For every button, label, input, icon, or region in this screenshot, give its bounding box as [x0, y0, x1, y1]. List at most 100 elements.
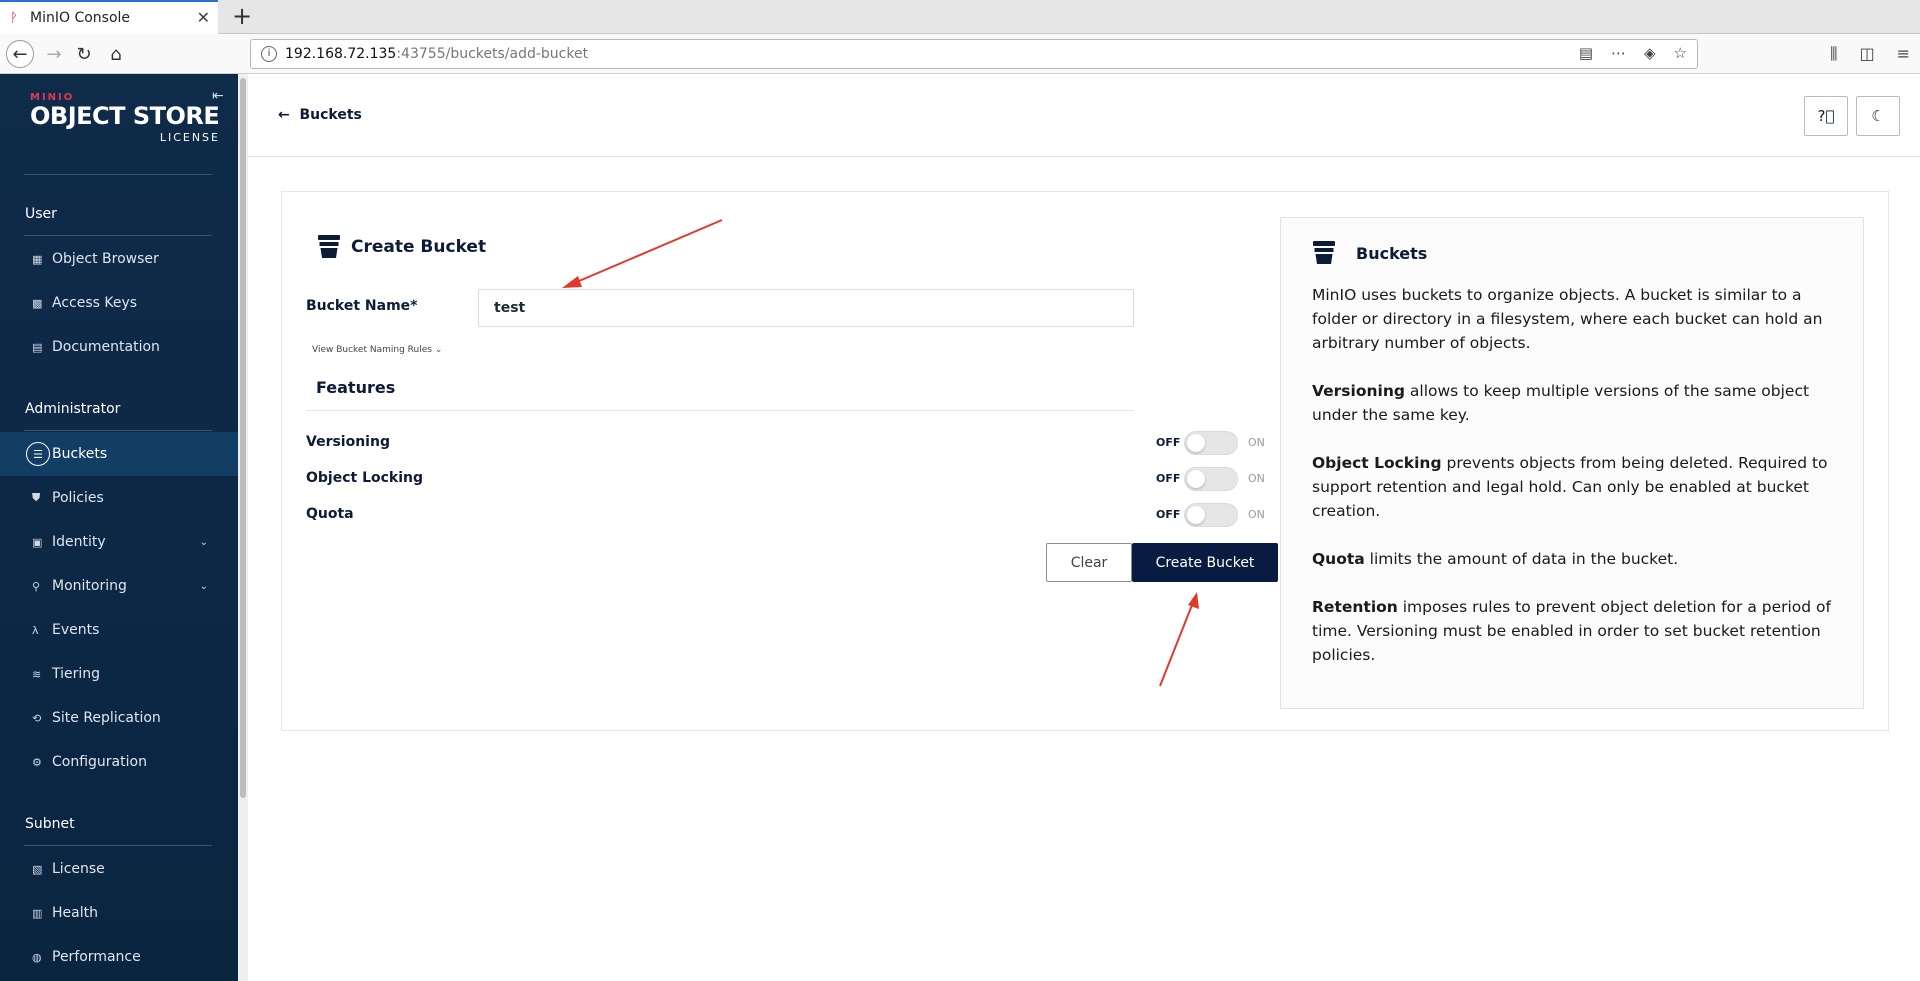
search-icon: ⚲: [32, 579, 41, 593]
create-bucket-panel: Create Bucket Bucket Name* test View Buc…: [281, 191, 1889, 731]
main-content: ← Buckets ?⃝ ☾ Create Bucket Bucket Name…: [248, 74, 1920, 981]
collapse-sidebar-icon[interactable]: ⇤: [212, 88, 224, 104]
object-locking-toggle[interactable]: [1184, 467, 1238, 491]
id-icon: ▣: [32, 535, 43, 549]
page-actions-icon[interactable]: ⋯: [1611, 44, 1626, 62]
quota-toggle[interactable]: [1184, 503, 1238, 527]
bucket-icon: ☰: [26, 442, 50, 466]
reload-icon[interactable]: ↻: [70, 40, 98, 68]
form-title: Create Bucket: [317, 234, 486, 260]
sidebar-item-site-replication[interactable]: ⟲ Site Replication: [0, 696, 238, 740]
clear-button[interactable]: Clear: [1046, 543, 1132, 582]
divider: [306, 410, 1134, 411]
divider: [24, 845, 212, 846]
sidebar-scrollbar[interactable]: [238, 74, 248, 981]
url-host: 192.168.72.135: [285, 46, 397, 62]
section-administrator: Administrator: [25, 401, 121, 417]
sidebar-item-identity[interactable]: ▣ Identity ⌄: [0, 520, 238, 564]
view-naming-rules-link[interactable]: View Bucket Naming Rules ⌄: [312, 345, 442, 355]
chevron-down-icon: ⌄: [199, 580, 208, 592]
sidebar-item-license[interactable]: ▧ License: [0, 847, 238, 891]
toggle-knob: [1187, 506, 1205, 524]
new-tab-icon[interactable]: +: [232, 2, 252, 30]
layers-icon: ≋: [32, 667, 42, 681]
sidebar-item-object-browser[interactable]: ▦ Object Browser: [0, 237, 238, 281]
help-button[interactable]: ?⃝: [1804, 96, 1848, 136]
question-icon: ?⃝: [1817, 107, 1835, 125]
feature-object-locking: Object Locking OFF ON: [306, 467, 1265, 491]
sidebar-item-documentation[interactable]: ▤ Documentation: [0, 325, 238, 369]
sidebar-item-monitoring[interactable]: ⚲ Monitoring ⌄: [0, 564, 238, 608]
sidebar-item-buckets[interactable]: ☰ Buckets: [0, 432, 238, 476]
scroll-thumb[interactable]: [240, 78, 246, 798]
help-box: Buckets MinIO uses buckets to organize o…: [1280, 217, 1864, 709]
lambda-icon: λ: [32, 623, 39, 637]
browser-toolbar: ← → ↻ ⌂ i 192.168.72.135:43755/buckets/a…: [0, 34, 1920, 74]
toggle-knob: [1187, 434, 1205, 452]
section-subnet: Subnet: [25, 816, 75, 832]
help-quota: Quota limits the amount of data in the b…: [1312, 550, 1679, 568]
sidebar-item-events[interactable]: λ Events: [0, 608, 238, 652]
gauge-icon: ◍: [32, 950, 42, 964]
sidebar-item-health[interactable]: ▥ Health: [0, 891, 238, 935]
help-object-locking: Object Locking prevents objects from bei…: [1312, 454, 1828, 520]
health-icon: ▥: [32, 906, 43, 920]
key-icon: ▩: [32, 296, 43, 310]
site-info-icon[interactable]: i: [261, 46, 277, 62]
object-browser-icon: ▦: [32, 252, 43, 266]
menu-icon[interactable]: ≡: [1897, 44, 1910, 64]
chevron-down-icon: ⌄: [199, 536, 208, 548]
divider: [24, 235, 212, 236]
help-intro: MinIO uses buckets to organize objects. …: [1312, 286, 1823, 352]
reader-view-icon[interactable]: ▤: [1579, 44, 1593, 62]
help-text: MinIO uses buckets to organize objects. …: [1312, 283, 1842, 691]
bucket-icon: [1313, 241, 1335, 264]
arrow-left-icon: ←: [278, 107, 300, 123]
license-icon: ▧: [32, 862, 43, 876]
tab-title: MinIO Console: [30, 10, 131, 26]
gear-icon: ⚙: [32, 755, 42, 769]
sidebar-item-policies[interactable]: ⛊ Policies: [0, 476, 238, 520]
moon-icon: ☾: [1871, 107, 1885, 125]
minio-logo: MINIO OBJECT STORE LICENSE: [30, 92, 220, 144]
sidebar-item-performance[interactable]: ◍ Performance: [0, 935, 238, 979]
library-icon[interactable]: ⫼: [1830, 44, 1837, 64]
feature-quota: Quota OFF ON: [306, 503, 1265, 527]
sidebar-item-configuration[interactable]: ⚙ Configuration: [0, 740, 238, 784]
page-header: ← Buckets ?⃝ ☾: [248, 74, 1920, 157]
pocket-icon[interactable]: ◈: [1644, 44, 1656, 62]
sidebar: MINIO OBJECT STORE LICENSE ⇤ User ▦ Objec…: [0, 74, 238, 981]
help-title: Buckets: [1312, 240, 1427, 266]
bucket-name-label: Bucket Name*: [306, 298, 418, 314]
close-tab-icon[interactable]: ✕: [197, 8, 210, 27]
bookmark-star-icon[interactable]: ☆: [1674, 44, 1687, 62]
back-icon[interactable]: ←: [6, 40, 34, 68]
doc-icon: ▤: [32, 340, 43, 354]
replicate-icon: ⟲: [32, 711, 42, 725]
forward-icon[interactable]: →: [40, 40, 68, 68]
create-bucket-button[interactable]: Create Bucket: [1132, 543, 1278, 582]
toggle-knob: [1187, 470, 1205, 488]
back-to-buckets-link[interactable]: ← Buckets: [278, 107, 362, 123]
help-retention: Retention imposes rules to prevent objec…: [1312, 598, 1831, 664]
url-bar[interactable]: i 192.168.72.135:43755/buckets/add-bucke…: [250, 39, 1698, 69]
sidebar-toggle-icon[interactable]: ◫: [1859, 44, 1874, 64]
feature-versioning: Versioning OFF ON: [306, 431, 1265, 455]
chevron-down-icon: ⌄: [434, 345, 443, 355]
dark-mode-button[interactable]: ☾: [1856, 96, 1900, 136]
browser-tab[interactable]: ᚹ MinIO Console ✕: [0, 0, 218, 34]
home-icon[interactable]: ⌂: [102, 40, 130, 68]
versioning-toggle[interactable]: [1184, 431, 1238, 455]
bucket-name-input[interactable]: test: [478, 289, 1134, 327]
shield-icon: ⛊: [32, 491, 41, 504]
url-path: :43755/buckets/add-bucket: [396, 46, 589, 62]
features-title: Features: [316, 378, 396, 397]
help-versioning: Versioning allows to keep multiple versi…: [1312, 382, 1810, 424]
divider: [24, 430, 212, 431]
divider: [24, 174, 212, 175]
sidebar-item-access-keys[interactable]: ▩ Access Keys: [0, 281, 238, 325]
sidebar-item-tiering[interactable]: ≋ Tiering: [0, 652, 238, 696]
minio-favicon-icon: ᚹ: [10, 11, 18, 26]
bucket-icon: [318, 235, 340, 258]
browser-tab-strip: ᚹ MinIO Console ✕ +: [0, 0, 1920, 34]
